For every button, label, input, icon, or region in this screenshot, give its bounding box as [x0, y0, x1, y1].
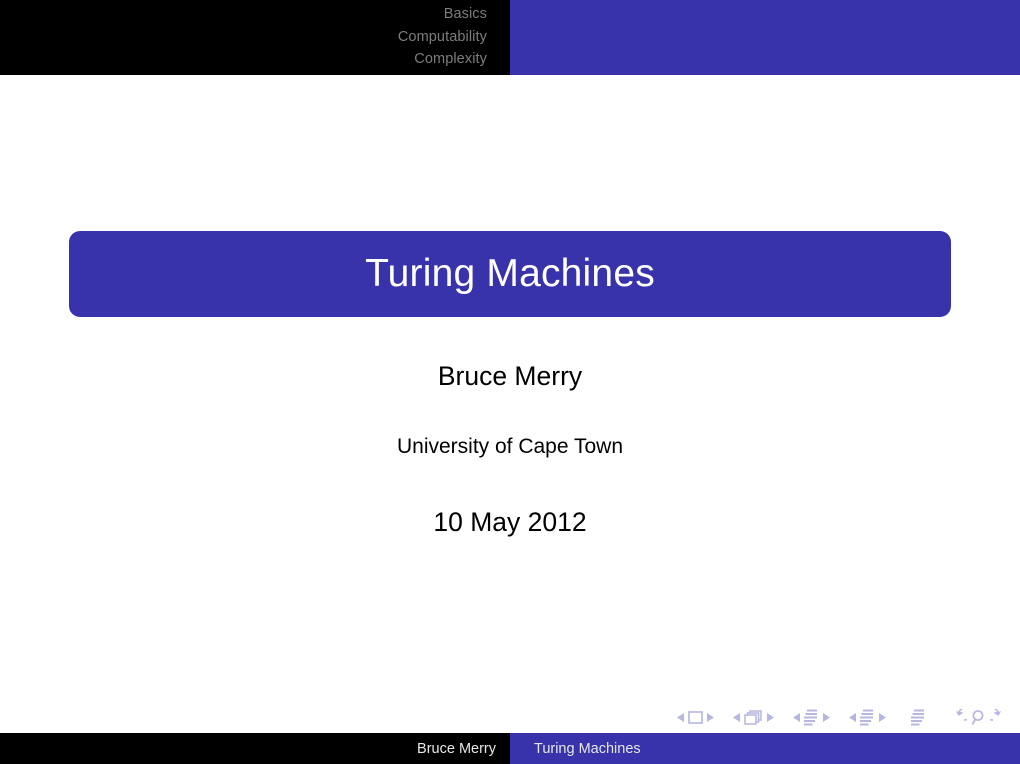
footer-author-text: Bruce Merry: [417, 740, 496, 757]
next-frame-icon[interactable]: [766, 712, 774, 722]
document-icon[interactable]: [911, 709, 926, 726]
header-accent-panel: [510, 0, 1020, 75]
title-metadata: Bruce Merry University of Cape Town 10 M…: [0, 360, 1020, 538]
frame-navigation-group: [730, 709, 777, 725]
slide-navigation-group: [674, 710, 717, 724]
subsection-icon[interactable]: [804, 709, 819, 726]
footer-bar: Bruce Merry Turing Machines: [0, 733, 1020, 764]
header-section-complexity[interactable]: Complexity: [414, 48, 487, 71]
go-forward-icon[interactable]: [990, 708, 1007, 726]
section-icon[interactable]: [860, 709, 875, 726]
presentation-date: 10 May 2012: [433, 507, 587, 537]
previous-subsection-icon[interactable]: [793, 712, 801, 722]
footer-title-text: Turing Machines: [534, 740, 641, 757]
header-navigation-bar: Basics Computability Complexity: [0, 0, 1020, 75]
presentation-slide: Basics Computability Complexity Turing M…: [0, 0, 1020, 764]
next-section-icon[interactable]: [878, 712, 886, 722]
previous-slide-icon[interactable]: [677, 712, 685, 722]
header-section-computability[interactable]: Computability: [398, 26, 487, 49]
previous-section-icon[interactable]: [849, 712, 857, 722]
beamer-navigation-symbols: [674, 706, 1007, 728]
search-icon[interactable]: [971, 709, 986, 726]
footer-author-panel: Bruce Merry: [0, 733, 510, 764]
title-box: Turing Machines: [69, 231, 951, 317]
page-title: Turing Machines: [365, 252, 655, 295]
history-navigation-group: [950, 708, 1007, 726]
header-section-list: Basics Computability Complexity: [0, 0, 510, 75]
subsection-navigation-group: [790, 709, 833, 726]
slide-icon[interactable]: [688, 710, 703, 724]
section-navigation-group: [846, 709, 889, 726]
go-back-icon[interactable]: [950, 708, 967, 726]
frame-icon[interactable]: [744, 709, 763, 725]
header-section-basics[interactable]: Basics: [444, 3, 487, 26]
author-name: Bruce Merry: [437, 361, 583, 391]
next-slide-icon[interactable]: [706, 712, 714, 722]
next-subsection-icon[interactable]: [822, 712, 830, 722]
previous-frame-icon[interactable]: [733, 712, 741, 722]
institute-name: University of Cape Town: [396, 435, 624, 458]
footer-title-panel: Turing Machines: [510, 733, 1020, 764]
document-navigation-group: [911, 709, 926, 726]
